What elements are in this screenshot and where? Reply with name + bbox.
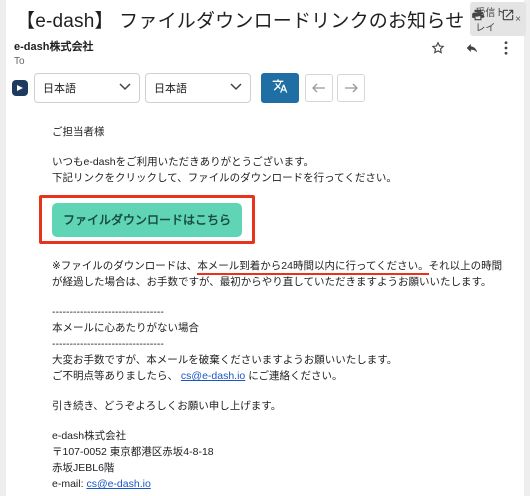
email-body: ご担当者様 いつもe-dashをご利用いただきありがとうございます。 下記リンク…	[52, 124, 502, 492]
email-subject: 【e-dash】 ファイルダウンロードリンクのお知らせ	[16, 10, 465, 32]
intro-line-1: いつもe-dashをご利用いただきありがとうございます。	[52, 156, 315, 168]
apology-line: 大変お手数ですが、本メールを破棄くださいますようお願いいたします。	[52, 354, 398, 366]
expiry-note-prefix: ※ファイルのダウンロードは、	[52, 260, 198, 272]
contact-email-link[interactable]: cs@e-dash.io	[181, 370, 245, 382]
signature-address-1: 〒107-0052 東京都港区赤坂4-8-18	[52, 446, 214, 458]
star-icon[interactable]	[430, 40, 446, 56]
translate-bar: 日本語 日本語	[12, 72, 512, 104]
expiry-note-highlight: 本メール到着から24時間以内に行ってください。	[197, 260, 429, 275]
cta-highlight-box: ファイルダウンロードはこちら	[39, 195, 255, 244]
more-vert-icon[interactable]	[498, 40, 514, 56]
contact-line: ご不明点等ありましたら、 cs@e-dash.io にご連絡ください。	[52, 368, 492, 384]
arrow-right-icon[interactable]	[337, 74, 365, 102]
sender-actions	[430, 40, 514, 56]
signature-email-link[interactable]: cs@e-dash.io	[86, 478, 150, 490]
divider-bottom: --------------------------------	[52, 338, 164, 350]
translate-button[interactable]	[261, 73, 299, 103]
inbox-chip-close[interactable]: ×	[515, 14, 521, 25]
signature-address-2: 赤坂JEBL6階	[52, 462, 115, 474]
chevron-down-icon	[119, 82, 131, 94]
open-external-icon[interactable]	[500, 7, 516, 23]
subject-row: 【e-dash】 ファイルダウンロードリンクのお知らせ 受信トレイ ×	[16, 2, 526, 36]
source-language-value: 日本語	[43, 83, 76, 95]
greeting: ご担当者様	[52, 126, 105, 138]
expiry-note-line-2: が経過した場合は、お手数ですが、最初からやり直していただきますようお願いいたしま…	[52, 276, 492, 288]
e-dash-logo-icon	[12, 80, 28, 96]
signature-email-label: e-mail:	[52, 478, 87, 490]
chevron-down-icon	[230, 82, 242, 94]
signature-email-line: e-mail: cs@e-dash.io	[52, 476, 492, 492]
source-language-select[interactable]: 日本語	[34, 73, 140, 103]
print-icon[interactable]	[470, 7, 486, 23]
email-card: 【e-dash】 ファイルダウンロードリンクのお知らせ 受信トレイ × e-da…	[0, 0, 530, 496]
closing-line: 引き続き、どうぞよろしくお願い申し上げます。	[52, 400, 282, 412]
arrow-left-icon[interactable]	[305, 74, 333, 102]
top-toolbar	[470, 7, 516, 23]
expiry-note-suffix: それ以上の時間	[428, 260, 503, 272]
divider-top: --------------------------------	[52, 306, 164, 318]
contact-prefix: ご不明点等ありましたら、	[52, 370, 178, 382]
target-language-select[interactable]: 日本語	[145, 73, 251, 103]
signature-company: e-dash株式会社	[52, 430, 127, 442]
intro-line-2: 下記リンクをクリックして、ファイルのダウンロードを行ってください。	[52, 172, 397, 184]
reply-icon[interactable]	[464, 40, 480, 56]
expiry-note-line-1: ※ファイルのダウンロードは、本メール到着から24時間以内に行ってください。それ以…	[52, 258, 502, 275]
notice-heading: 本メールに心あたりがない場合	[52, 322, 199, 334]
recipient-label: To	[14, 56, 25, 67]
download-file-button[interactable]: ファイルダウンロードはこちら	[52, 202, 242, 237]
translate-icon	[272, 78, 288, 99]
sender-row: e-dash株式会社 To	[14, 38, 524, 67]
contact-suffix: にご連絡ください。	[248, 370, 343, 382]
target-language-value: 日本語	[154, 83, 187, 95]
